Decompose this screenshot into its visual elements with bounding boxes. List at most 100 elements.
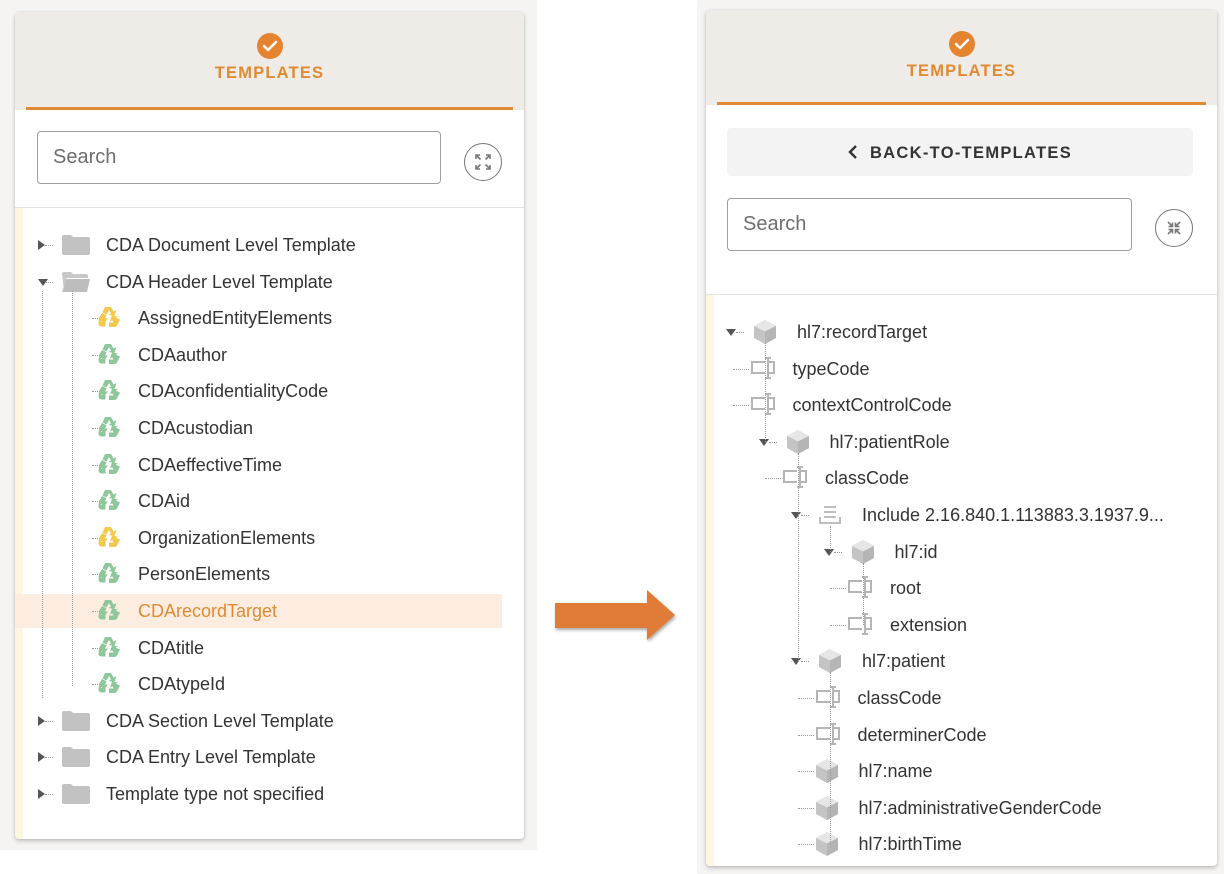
element-cube-icon bbox=[814, 758, 840, 789]
tree-node-row[interactable]: root bbox=[706, 571, 1217, 605]
tree-folder-label: CDA Header Level Template bbox=[106, 271, 333, 292]
tree-node-row[interactable]: hl7:patient bbox=[706, 644, 1217, 678]
tree-node-label: root bbox=[890, 578, 922, 599]
caret-down-icon[interactable] bbox=[758, 438, 769, 449]
tree-folder-row[interactable]: CDA Section Level Template bbox=[15, 704, 524, 738]
back-to-templates-button[interactable]: BACK-TO-TEMPLATES bbox=[727, 128, 1193, 176]
templates-panel-left: TEMPLATES CDA Document Level Template CDA… bbox=[15, 12, 524, 839]
element-cube-icon bbox=[814, 831, 840, 862]
tree-node-label: hl7:patientRole bbox=[829, 431, 950, 452]
tree-node-row[interactable]: hl7:recordTarget bbox=[706, 315, 1217, 349]
recycle-icon bbox=[96, 635, 122, 666]
tree-template-label: OrganizationElements bbox=[138, 527, 316, 548]
tree-guide-line bbox=[72, 291, 73, 686]
tree-folder-row[interactable]: CDA Entry Level Template bbox=[15, 740, 524, 774]
tree-template-row[interactable]: CDAconfidentialityCode bbox=[15, 374, 524, 408]
tree-connector bbox=[801, 661, 809, 663]
tree-template-row[interactable]: CDAeffectiveTime bbox=[15, 448, 524, 482]
search-input[interactable] bbox=[727, 198, 1132, 251]
tree-node-row[interactable]: contextControlCode bbox=[706, 388, 1217, 422]
tree-connector bbox=[45, 720, 53, 722]
folder-icon bbox=[61, 234, 91, 261]
tree-folder-label: CDA Document Level Template bbox=[106, 235, 356, 255]
tree-connector bbox=[765, 478, 781, 480]
tree-connector bbox=[801, 515, 809, 516]
tree-template-row[interactable]: CDArecordTarget bbox=[15, 594, 502, 628]
header-title: TEMPLATES bbox=[906, 62, 1017, 80]
attribute-icon bbox=[814, 685, 844, 716]
tree-node-label: classCode bbox=[825, 468, 910, 489]
tree-node-label: contextControlCode bbox=[792, 395, 952, 416]
tree-node-row[interactable]: hl7:birthTime bbox=[706, 827, 1217, 861]
controls-area: BACK-TO-TEMPLATES bbox=[706, 105, 1217, 295]
tree-folder-row[interactable]: CDA Document Level Template bbox=[15, 228, 524, 262]
expand-arrows-icon bbox=[475, 154, 491, 170]
tree-template-row[interactable]: CDAtypeId bbox=[15, 667, 524, 701]
tree-connector bbox=[736, 332, 744, 333]
tree-folder-row[interactable]: CDA Header Level Template bbox=[15, 265, 524, 299]
tree-connector bbox=[797, 844, 814, 846]
tree-template-label: CDAauthor bbox=[138, 344, 228, 365]
recycle-icon bbox=[96, 561, 122, 592]
arrow-right-icon bbox=[555, 590, 675, 640]
tree-guide-line bbox=[830, 672, 831, 845]
attribute-icon bbox=[749, 356, 779, 387]
search-row bbox=[15, 110, 524, 208]
tree-node-row[interactable]: Include 2.16.840.1.113883.3.1937.9... bbox=[706, 498, 1217, 532]
search-input[interactable] bbox=[37, 131, 441, 184]
back-button-label: BACK-TO-TEMPLATES bbox=[869, 144, 1073, 162]
tree-node-row[interactable]: determinerCode bbox=[706, 718, 1217, 752]
tree-template-label: AssignedEntityElements bbox=[138, 308, 333, 329]
tree-node-label: hl7:patient bbox=[862, 651, 946, 672]
tree-node-label: hl7:birthTime bbox=[858, 834, 962, 855]
tree-node-row[interactable]: extension bbox=[706, 608, 1217, 642]
tree-connector bbox=[797, 807, 814, 809]
caret-down-icon[interactable] bbox=[791, 512, 801, 522]
tree-guide-line bbox=[765, 343, 766, 442]
folder-open-icon bbox=[61, 271, 91, 298]
tree-template-label: CDAconfidentialityCode bbox=[138, 381, 329, 402]
tree-template-row[interactable]: CDAauthor bbox=[15, 338, 524, 372]
expand-all-button[interactable] bbox=[464, 143, 502, 181]
panel-header[interactable]: TEMPLATES bbox=[706, 10, 1217, 105]
recycle-icon bbox=[96, 305, 122, 336]
tree-node-row[interactable]: hl7:patientRole bbox=[706, 425, 1217, 459]
tree-connector bbox=[833, 551, 842, 553]
collapse-all-button[interactable] bbox=[1155, 209, 1193, 247]
tree-connector bbox=[797, 734, 814, 736]
tree-connector bbox=[45, 281, 53, 283]
tree-template-label: CDAcustodian bbox=[138, 418, 254, 438]
tree-node-row[interactable]: hl7:administrativeGenderCode bbox=[706, 791, 1217, 825]
tree-template-row[interactable]: AssignedEntityElements bbox=[15, 301, 524, 335]
tree-node-label: typeCode bbox=[792, 358, 870, 379]
tree-guide-line bbox=[862, 562, 864, 625]
recycle-icon bbox=[96, 525, 122, 556]
tree-node-label: classCode bbox=[857, 688, 942, 708]
check-circle-icon bbox=[948, 31, 975, 57]
caret-down-icon[interactable] bbox=[791, 658, 801, 668]
tree-connector bbox=[45, 757, 53, 759]
tree-template-row[interactable]: OrganizationElements bbox=[15, 521, 524, 555]
folder-icon bbox=[61, 783, 91, 810]
tree-folder-label: CDA Section Level Template bbox=[106, 710, 334, 731]
attribute-icon bbox=[846, 612, 876, 643]
tree-template-label: PersonElements bbox=[138, 564, 271, 585]
panel-header[interactable]: TEMPLATES bbox=[15, 12, 524, 110]
folder-icon bbox=[61, 710, 91, 737]
tree-connector bbox=[768, 441, 777, 443]
tree-template-row[interactable]: PersonElements bbox=[15, 557, 524, 591]
caret-down-icon[interactable] bbox=[823, 548, 834, 559]
chevron-left-icon bbox=[848, 128, 858, 176]
tree-node-row[interactable]: classCode bbox=[706, 461, 1217, 495]
tree-connector bbox=[45, 245, 53, 246]
tree-connector bbox=[830, 588, 846, 590]
tree-folder-row[interactable]: Template type not specified bbox=[15, 777, 524, 811]
caret-down-icon[interactable] bbox=[726, 329, 736, 339]
tree-template-row[interactable]: CDAtitle bbox=[15, 631, 524, 665]
tree-template-row[interactable]: CDAcustodian bbox=[15, 411, 524, 445]
tree-node-row[interactable]: hl7:name bbox=[706, 754, 1217, 788]
tree-node-row[interactable]: typeCode bbox=[706, 352, 1217, 386]
tree-node-row[interactable]: hl7:id bbox=[706, 535, 1217, 569]
tree-node-row[interactable]: classCode bbox=[706, 681, 1217, 715]
tree-template-row[interactable]: CDAid bbox=[15, 484, 524, 518]
